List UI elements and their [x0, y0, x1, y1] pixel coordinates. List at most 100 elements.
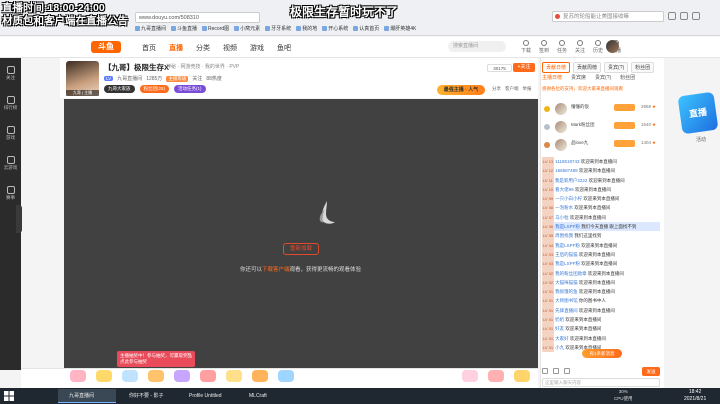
tab-vip-seat[interactable]: 贵宾席 [571, 74, 586, 81]
chat-username[interactable]: 一泡粉水 [555, 205, 573, 210]
cpu-tray[interactable]: 30% CPU使用 [614, 389, 633, 402]
video-player[interactable] [64, 99, 538, 368]
gift-icon[interactable] [462, 370, 478, 382]
bookmark[interactable]: 斗鱼直播 [171, 25, 197, 34]
minimize-icon[interactable] [680, 12, 688, 20]
chat-message[interactable]: LV 01 奶奶 欢迎来到本直播间 [542, 315, 660, 325]
chat-username[interactable]: 大家好 [555, 336, 569, 341]
chat-message[interactable]: LV 04 我是LSPF粉 欢迎来到本直播间 [542, 240, 660, 250]
bookmark[interactable]: 认真首页 [353, 25, 379, 34]
room-category[interactable]: 神秘 · 网游竞技 · 我的世界 · PVP [166, 63, 239, 70]
chat-list[interactable]: LV 13 1118519743 欢迎来到本直播间 LV 12 156587489 欢… [542, 157, 660, 357]
bookmark[interactable]: 爆肝英雄4K [384, 25, 416, 34]
chat-message[interactable]: LV 01 大师图书馆 你的图书中人 [542, 296, 660, 306]
gift-icon[interactable] [252, 370, 268, 382]
share-button[interactable]: 分享 [492, 86, 501, 92]
tab-fan-club[interactable]: 粉丝团 [631, 62, 655, 73]
chat-username[interactable]: 好友 [555, 326, 564, 331]
new-message-pill[interactable]: 有1条新消息 [582, 349, 622, 358]
browser-search-input[interactable]: 复苏的轮船能让美国接收嘛 [552, 11, 664, 22]
gift-icon[interactable] [200, 370, 216, 382]
chat-message[interactable]: LV 01 我很饿的鱼 欢迎来到本直播间 [542, 287, 660, 297]
chat-username[interactable]: 我的粉丝团勋章 [555, 271, 587, 276]
chat-input[interactable]: 这里输入聊天内容 [542, 378, 660, 387]
gift-icon[interactable] [122, 370, 138, 382]
download-button[interactable]: 下载 [520, 40, 532, 54]
chat-message[interactable]: LV 09 一只小白小柠 欢迎来到本直播间 [542, 194, 660, 204]
address-bar[interactable]: www.douyu.com/508310 [135, 12, 260, 23]
lottery-popup[interactable]: 主播抽奖中！参与抽奖，可赢取奖品 点此参与抽奖 [117, 351, 195, 367]
chat-username[interactable]: 小九 [555, 345, 564, 350]
chat-message[interactable]: LV 01 大家好 欢迎来到本直播间 [542, 333, 660, 343]
bookmark[interactable]: Record图 [202, 25, 229, 34]
follow-button[interactable]: +关注 [513, 63, 535, 72]
chat-username[interactable]: 我是LSPF粉 [555, 224, 580, 229]
checkin-button[interactable]: 签到 [538, 40, 550, 54]
sidebar-item-rank[interactable]: 排行榜 [0, 96, 21, 111]
close-icon[interactable] [692, 12, 700, 20]
chat-message[interactable]: LV 03 我是LSPF粉 欢迎来到本直播间 [542, 259, 660, 269]
gift-icon[interactable] [278, 370, 294, 382]
sidebar-collapse-handle[interactable] [16, 205, 22, 233]
sidebar-item-cloudgame[interactable]: 云游戏 [0, 156, 21, 171]
chat-username[interactable]: 一只小白小柠 [555, 196, 582, 201]
chat-username[interactable]: 看大佬99 [555, 187, 574, 192]
gift-icon[interactable] [488, 370, 504, 382]
bookmark[interactable]: 九哥直播间 [135, 25, 166, 34]
tab-daily-rank[interactable]: 贡献日榜 [542, 62, 571, 73]
nav-live[interactable]: 直播 [169, 43, 183, 53]
chat-message[interactable]: LV 01 先锋直播间 欢迎来到本直播间 [542, 305, 660, 316]
reload-button[interactable]: 重新加载 [283, 243, 319, 255]
chat-message[interactable]: LV 02 大猫咪猫猫 欢迎来到本直播间 [542, 277, 660, 288]
follow-list-button[interactable]: 关注 [574, 40, 586, 54]
chat-username[interactable]: 先锋直播间 [555, 308, 578, 313]
report-button[interactable]: 举报 [523, 86, 532, 92]
history-button[interactable]: 历史 [592, 40, 604, 54]
gift-icon[interactable] [96, 370, 112, 382]
gift-icon[interactable] [226, 370, 242, 382]
bookmark[interactable]: 开心系统 [322, 25, 348, 34]
menu-icon[interactable] [668, 12, 676, 20]
site-search-input[interactable]: 搜索直播间 [448, 41, 506, 52]
tab-anchor-rank[interactable]: 主播日榜 [542, 74, 562, 81]
chat-username[interactable]: 马小粒 [555, 215, 569, 220]
taskbar-item-music[interactable]: 你好不要 - 影子 [118, 389, 173, 403]
taskbar-clock[interactable]: 18:42 2021/8/21 [684, 389, 706, 403]
taskbar-item-mlcraft[interactable]: MLCraft [238, 389, 288, 403]
bookmark[interactable]: 小窝元素 [234, 25, 260, 34]
chat-message[interactable]: LV 07 马小粒 欢迎来到本直播间 [542, 212, 660, 223]
emoji-icon[interactable] [542, 368, 548, 374]
chat-message[interactable]: LV 06 我是LSPF粉 我们今天直播 跟上面找不到 [542, 222, 660, 232]
chat-message[interactable]: LV 12 156587489 欢迎来到本直播间 [542, 166, 660, 176]
gift-icon[interactable] [148, 370, 164, 382]
gift-icon[interactable] [70, 370, 86, 382]
anchor-name[interactable]: 九哥直播间 [117, 75, 142, 82]
bookmark[interactable]: 我的地 [296, 25, 317, 34]
chat-username[interactable]: 我是新用户2222 [555, 178, 588, 183]
chat-username[interactable]: 周围找我 [555, 233, 573, 238]
settings-icon[interactable] [564, 368, 570, 374]
nav-video[interactable]: 视频 [223, 43, 237, 53]
chat-message[interactable]: LV 01 好友 欢迎来到本直播间 [542, 324, 660, 334]
chat-message[interactable]: LV 08 一泡粉水 欢迎来到本直播间 [542, 203, 660, 213]
windows-start-icon[interactable] [4, 391, 14, 401]
chat-username[interactable]: 我是LSPF粉 [555, 243, 580, 248]
sidebar-item-follow[interactable]: 关注 [0, 66, 21, 81]
chat-message[interactable]: LV 10 看大佬99 欢迎来到本直播间 [542, 184, 660, 195]
download-client-link[interactable]: 下载客户端 [262, 267, 290, 273]
taskbar-item-browser[interactable]: 九哥直播间 [58, 389, 116, 403]
tab-vip[interactable]: 贵宾(?) [604, 62, 629, 73]
close-icon[interactable]: × [187, 352, 193, 358]
chat-username[interactable]: 大猫咪猫猫 [555, 280, 578, 285]
site-logo[interactable]: 斗鱼 [91, 41, 121, 53]
send-button[interactable]: 发送 [642, 367, 660, 376]
fan-club-button[interactable]: 粉丝团(26) [139, 85, 170, 93]
chat-username[interactable]: 王后的猫猫 [555, 252, 578, 257]
gift-icon[interactable] [174, 370, 190, 382]
task-button[interactable]: 任务 [556, 40, 568, 54]
chat-message[interactable]: LV 05 周围找我 我们这里找到 [542, 231, 660, 241]
chat-message[interactable]: LV 02 我的粉丝团勋章 欢迎来到本直播间 [542, 268, 660, 278]
chat-username[interactable]: 我是LSPF粉 [555, 261, 580, 266]
nav-category[interactable]: 分类 [196, 43, 210, 53]
chat-username[interactable]: 156587489 [555, 168, 578, 173]
